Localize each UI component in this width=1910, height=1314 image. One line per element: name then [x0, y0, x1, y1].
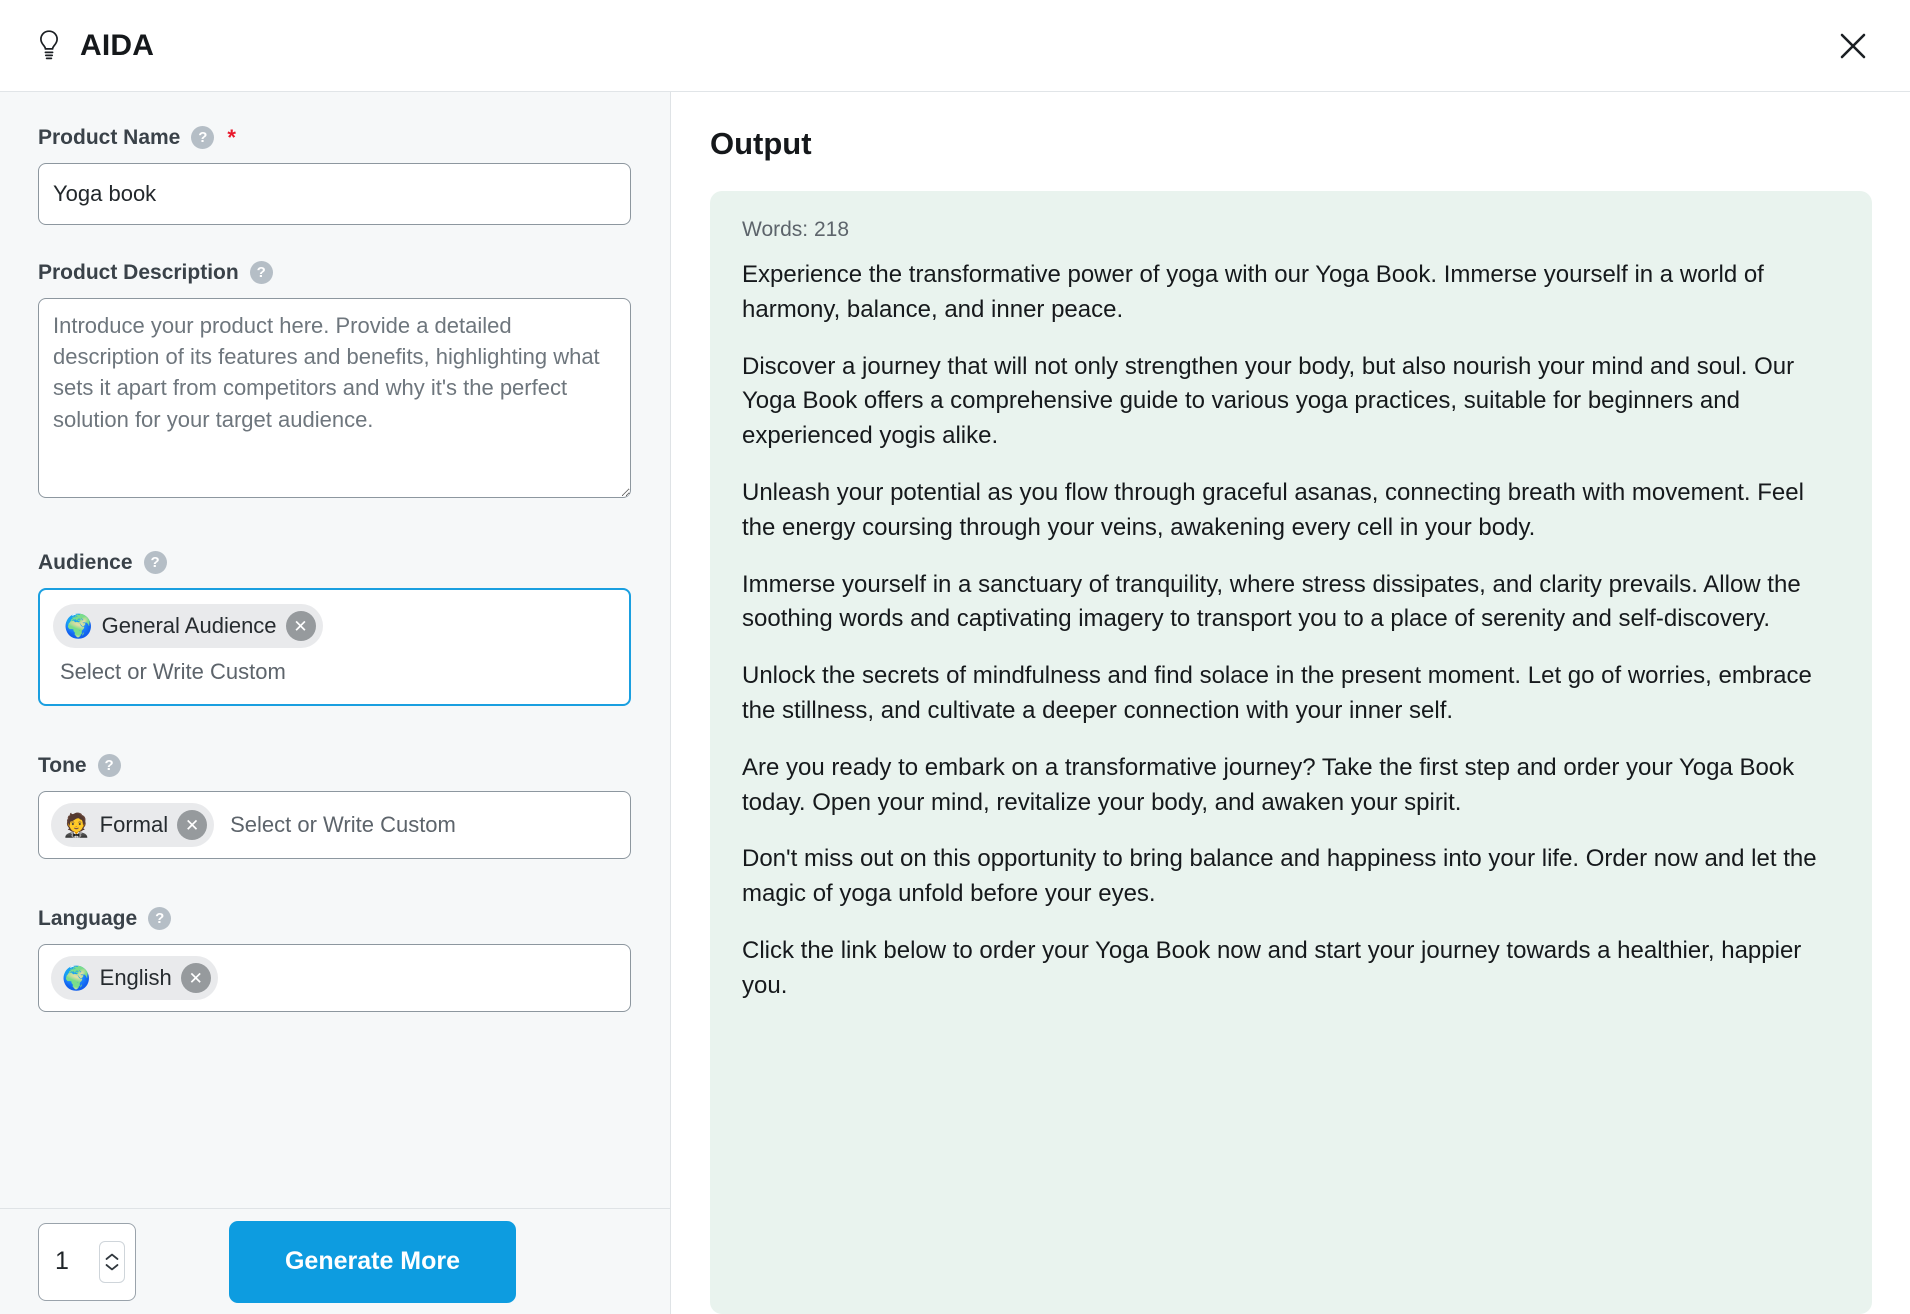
remove-chip-icon[interactable]: ✕	[177, 810, 208, 840]
field-product-description: Product Description ?	[0, 261, 670, 503]
question-mark-icon[interactable]: ?	[191, 126, 215, 149]
form-panel: Product Name ? * Product Description ?	[0, 92, 671, 1314]
chevron-down-icon[interactable]	[105, 1263, 119, 1271]
output-paragraph: Experience the transformative power of y…	[742, 261, 1764, 323]
quantity-value: 1	[55, 1247, 69, 1275]
remove-chip-icon[interactable]: ✕	[285, 611, 316, 641]
product-name-input[interactable]	[38, 163, 631, 225]
field-language: Language ? 🌍 English ✕	[0, 907, 670, 1012]
output-paragraph: Unleash your potential as you flow throu…	[742, 478, 1804, 541]
question-mark-icon[interactable]: ?	[97, 754, 121, 777]
field-tone: Tone ? 🤵 Formal ✕ Select or Write Custom	[0, 754, 670, 859]
required-marker: *	[227, 124, 236, 150]
brand: AIDA	[34, 29, 154, 63]
modal-header: AIDA	[0, 0, 1910, 92]
modal-body: Product Name ? * Product Description ?	[0, 92, 1910, 1314]
question-mark-icon[interactable]: ?	[148, 907, 172, 930]
tone-chip-label: Formal	[99, 812, 169, 837]
tone-label: Tone	[38, 754, 87, 777]
product-name-label: Product Name	[38, 126, 181, 149]
close-icon	[1837, 30, 1869, 62]
audience-chip[interactable]: 🌍 General Audience ✕	[53, 604, 323, 648]
output-paragraph: Don't miss out on this opportunity to br…	[742, 845, 1817, 908]
form-scroll-area[interactable]: Product Name ? * Product Description ?	[0, 92, 670, 1208]
person-in-tuxedo-icon: 🤵	[62, 811, 91, 838]
tone-placeholder[interactable]: Select or Write Custom	[224, 814, 456, 836]
field-audience: Audience ? 🌍 General Audience ✕ Select o…	[0, 551, 670, 706]
audience-label: Audience	[38, 551, 133, 574]
output-title: Output	[710, 126, 812, 161]
language-select[interactable]: 🌍 English ✕	[38, 944, 631, 1012]
audience-chip-label: General Audience	[101, 613, 277, 638]
field-product-name: Product Name ? *	[0, 126, 670, 225]
form-action-bar: 1 Generate More	[0, 1208, 670, 1314]
close-button[interactable]	[1826, 19, 1880, 73]
chevron-up-icon[interactable]	[105, 1253, 119, 1261]
audience-placeholder[interactable]: Select or Write Custom	[53, 661, 286, 683]
word-count: Words: 218	[742, 218, 849, 241]
language-label: Language	[38, 907, 138, 930]
output-paragraph: Click the link below to order your Yoga …	[742, 936, 1802, 999]
tone-label-row: Tone ?	[38, 754, 632, 777]
tone-select[interactable]: 🤵 Formal ✕ Select or Write Custom	[38, 791, 631, 859]
output-panel: Output Words: 218 Experience the transfo…	[671, 92, 1910, 1314]
product-description-label-row: Product Description ?	[38, 261, 632, 284]
language-chip[interactable]: 🌍 English ✕	[51, 956, 218, 1000]
app-title: AIDA	[80, 28, 155, 62]
quantity-stepper-arrows[interactable]	[99, 1240, 125, 1283]
output-paragraph: Unlock the secrets of mindfulness and fi…	[742, 662, 1812, 724]
audience-select[interactable]: 🌍 General Audience ✕ Select or Write Cus…	[38, 588, 631, 706]
globe-icon: 🌍	[62, 964, 91, 991]
language-label-row: Language ?	[38, 907, 632, 930]
question-mark-icon[interactable]: ?	[249, 261, 273, 284]
output-paragraph: Immerse yourself in a sanctuary of tranq…	[742, 570, 1801, 633]
output-paragraph: Are you ready to embark on a transformat…	[742, 753, 1795, 816]
output-card[interactable]: Words: 218 Experience the transformative…	[710, 191, 1872, 1314]
tone-chip[interactable]: 🤵 Formal ✕	[51, 803, 215, 847]
language-chip-label: English	[99, 965, 172, 990]
question-mark-icon[interactable]: ?	[143, 551, 167, 574]
aida-modal: AIDA Product Name ? * Yoga book Product …	[0, 0, 1910, 1314]
audience-label-row: Audience ?	[38, 551, 632, 574]
remove-chip-icon[interactable]: ✕	[180, 963, 211, 993]
product-description-label: Product Description	[38, 261, 239, 284]
quantity-stepper[interactable]: 1	[38, 1222, 136, 1301]
globe-icon: 🌍	[64, 612, 93, 639]
lightbulb-icon	[34, 29, 64, 63]
product-description-textarea[interactable]	[38, 298, 631, 498]
output-paragraph: Discover a journey that will not only st…	[742, 352, 1795, 450]
generate-more-button[interactable]: Generate More	[229, 1220, 516, 1303]
product-name-label-row: Product Name ? *	[38, 126, 632, 149]
